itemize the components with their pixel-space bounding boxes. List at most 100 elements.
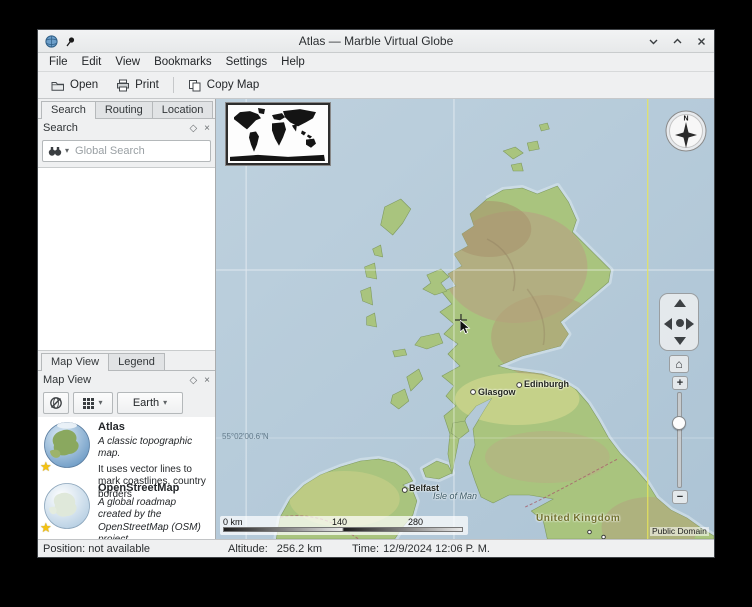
scale-start-label: 0 km [223,517,243,527]
zoom-out-button[interactable]: − [672,490,688,504]
menu-settings[interactable]: Settings [219,54,275,70]
tab-location[interactable]: Location [152,101,214,118]
pan-center-dot[interactable] [676,319,684,327]
mapview-dock-title: Map View [43,374,91,386]
search-dropdown-caret-icon[interactable]: ▾ [65,147,69,155]
status-time-value: 12/9/2024 12:06 P. M. [383,543,490,555]
map-canvas-graphic [216,99,714,539]
pan-right-icon[interactable] [686,318,694,330]
license-label: Public Domain [650,527,709,536]
toolbar-separator [173,77,174,93]
close-panel-icon[interactable]: × [204,123,210,134]
menu-edit[interactable]: Edit [75,54,109,70]
world-map-graphic [228,105,328,163]
search-row: ▾ Global Search [38,137,215,167]
plus-icon: + [677,378,683,389]
compass-north-label: N [683,116,688,123]
globe-slash-icon [49,396,63,410]
tab-map-view[interactable]: Map View [41,353,109,371]
printer-icon [116,79,130,92]
favorite-star-icon[interactable]: ★ [40,521,52,534]
search-input[interactable]: ▾ Global Search [42,140,211,162]
map-viewport[interactable]: N Glasgow Edinburgh Belfast Isle of Man … [216,99,714,539]
sidebar: Search Routing Location Search ◇ × ▾ G [38,99,216,539]
celestial-body-dropdown[interactable]: Earth ▾ [117,392,183,414]
main-content: Search Routing Location Search ◇ × ▾ G [38,99,714,539]
status-time-label: Time: [352,543,379,555]
search-dock-header: Search ◇ × [38,119,215,137]
float-panel-icon[interactable]: ◇ [189,375,197,386]
search-dock-title: Search [43,122,78,134]
tab-search[interactable]: Search [41,101,96,119]
home-button[interactable]: ⌂ [669,355,689,373]
search-placeholder: Global Search [75,145,145,157]
map-scale-bar: 0 km 140 280 [220,516,468,535]
print-label: Print [135,79,159,91]
maximize-button[interactable] [670,34,684,48]
pin-icon[interactable] [63,34,77,48]
menu-bookmarks[interactable]: Bookmarks [147,54,219,70]
menu-view[interactable]: View [108,54,147,70]
close-panel-icon[interactable]: × [204,375,210,386]
window-title: Atlas — Marble Virtual Globe [38,34,714,48]
minimize-button[interactable] [646,34,660,48]
home-icon: ⌂ [675,358,682,370]
tab-legend[interactable]: Legend [108,353,165,370]
menu-help[interactable]: Help [274,54,312,70]
zoom-slider-track[interactable] [677,392,682,488]
compass-widget[interactable]: N [664,109,708,153]
menu-file[interactable]: File [42,54,75,70]
theme-item-openstreetmap[interactable]: ★ OpenStreetMap A global roadmap created… [38,478,215,539]
overview-world-map[interactable] [226,103,330,165]
float-panel-icon[interactable]: ◇ [189,123,197,134]
scale-end-label: 280 [408,517,423,527]
binoculars-icon [48,146,62,157]
toolbar: Open Print Copy Map [38,72,714,99]
titlebar[interactable]: Atlas — Marble Virtual Globe [38,30,714,53]
mapview-dock-header: Map View ◇ × [38,371,215,389]
theme-name: OpenStreetMap [98,482,210,496]
favorite-star-icon[interactable]: ★ [40,460,52,473]
theme-tagline: A classic topographic map. [98,436,210,461]
region-label-isle-of-man: Isle of Man [433,492,477,501]
copy-map-button[interactable]: Copy Map [181,76,266,95]
print-button[interactable]: Print [109,76,166,95]
search-tabbar: Search Routing Location [38,99,215,119]
copy-map-label: Copy Map [207,79,259,91]
theme-tagline: A global roadmap created by the OpenStre… [98,497,210,539]
pan-down-icon[interactable] [674,337,686,345]
app-icon [44,34,58,48]
pan-control-pad[interactable] [659,293,699,351]
copy-icon [188,79,202,92]
tab-routing[interactable]: Routing [95,101,153,118]
view-mode-dropdown[interactable]: ▾ [73,392,113,414]
graticule-coordinate-label: 55°02'00.6"N [222,433,269,441]
status-altitude-value: 256.2 km [277,543,322,555]
mouse-cursor-icon [460,320,472,336]
status-position: Position: not available [43,543,228,555]
folder-open-icon [51,79,65,92]
mapview-tabbar: Map View Legend [38,351,215,371]
city-label-glasgow: Glasgow [478,388,516,397]
map-theme-list: ★ Atlas A classic topographic map. It us… [38,417,215,539]
pan-up-icon[interactable] [674,299,686,307]
zoom-in-button[interactable]: + [672,376,688,390]
scale-mid-label: 140 [332,517,347,527]
close-button[interactable] [694,34,708,48]
minus-icon: − [677,492,683,503]
zoom-slider-handle[interactable] [672,416,686,430]
grid-icon [83,398,94,409]
search-results-list[interactable] [38,167,215,351]
city-label-edinburgh: Edinburgh [524,380,569,389]
menubar: File Edit View Bookmarks Settings Help [38,53,714,72]
open-label: Open [70,79,98,91]
theme-name: Atlas [98,421,210,435]
theme-item-atlas[interactable]: ★ Atlas A classic topographic map. It us… [38,417,215,478]
open-button[interactable]: Open [44,76,105,95]
region-label-united-kingdom: United Kingdom [536,514,620,524]
statusbar: Position: not available Altitude: 256.2 … [38,539,714,557]
chevron-down-icon: ▾ [163,399,167,407]
map-filter-button[interactable] [43,392,69,414]
scale-gradient-strip [223,527,463,532]
pan-left-icon[interactable] [664,318,672,330]
